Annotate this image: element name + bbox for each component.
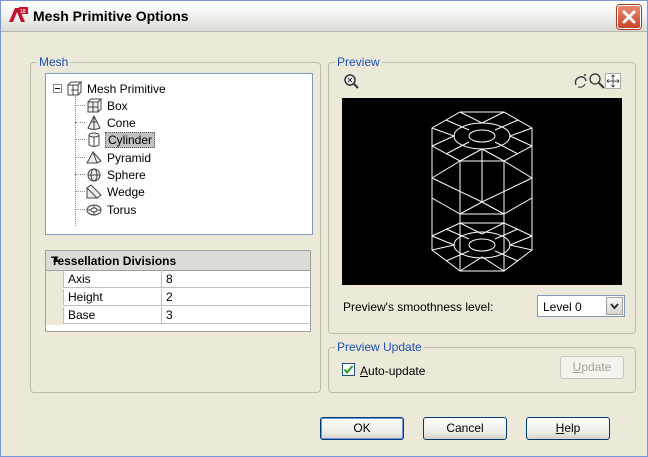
mesh-primitive-tree[interactable]: Mesh Primitive Box Cone Cylinder Pyramid…: [45, 73, 313, 235]
cone-icon: [87, 115, 101, 130]
smoothness-label: Preview's smoothness level:: [343, 300, 494, 314]
tessellation-header[interactable]: Tessellation Divisions ▲: [46, 251, 310, 271]
tree-item-label: Torus: [107, 203, 137, 217]
property-key: Base: [63, 307, 162, 324]
mesh-primitive-options-dialog: 10 Mesh Primitive Options Mesh Mesh Prim…: [0, 0, 648, 457]
checkmark-icon: [343, 365, 354, 375]
dropdown-arrow[interactable]: [606, 297, 623, 315]
preview-group-label: Preview: [335, 55, 382, 69]
zoom-icon[interactable]: [589, 73, 605, 89]
axis-value-field[interactable]: 8: [162, 271, 310, 288]
base-value-field[interactable]: 3: [162, 307, 310, 324]
tree-item-wedge[interactable]: Wedge: [86, 184, 147, 200]
tree-item-cone[interactable]: Cone: [86, 115, 138, 131]
tree-item-box[interactable]: Box: [86, 98, 130, 114]
mesh-group-label: Mesh: [37, 55, 71, 69]
cylinder-icon: [88, 132, 100, 147]
update-button[interactable]: Update: [560, 356, 624, 379]
tree-item-label: Box: [107, 99, 128, 113]
svg-text:10: 10: [20, 9, 26, 15]
title-bar[interactable]: 10 Mesh Primitive Options: [1, 1, 647, 32]
tree-item-torus[interactable]: Torus: [86, 202, 138, 218]
pyramid-icon: [86, 150, 102, 164]
orbit-icon[interactable]: [573, 73, 589, 89]
tree-item-mesh-primitive[interactable]: Mesh Primitive: [66, 81, 168, 97]
tree-item-sphere[interactable]: Sphere: [86, 167, 148, 183]
torus-icon: [86, 204, 102, 216]
property-row-base: Base 3: [46, 307, 310, 325]
mesh-primitive-icon: [67, 81, 82, 96]
ok-button[interactable]: OK: [320, 417, 404, 440]
tree-item-label: Sphere: [107, 168, 146, 182]
property-key: Height: [63, 289, 162, 306]
smoothness-level-value: Level 0: [543, 300, 582, 314]
property-row-height: Height 2: [46, 289, 310, 307]
sphere-icon: [87, 168, 101, 182]
box-icon: [87, 98, 102, 113]
help-button[interactable]: Help: [526, 417, 610, 440]
wedge-icon: [86, 184, 102, 199]
chevron-down-icon: [610, 303, 619, 310]
tree-item-label: Wedge: [107, 185, 145, 199]
tree-item-label: Mesh Primitive: [87, 82, 166, 96]
tree-item-label: Cylinder: [105, 132, 156, 148]
close-button[interactable]: [617, 5, 641, 29]
preview-update-group-label: Preview Update: [335, 340, 424, 354]
pan-icon[interactable]: [605, 73, 621, 89]
window-title: Mesh Primitive Options: [33, 8, 189, 24]
tessellation-properties: Tessellation Divisions ▲ Axis 8 Height 2…: [45, 250, 311, 332]
tree-item-cylinder[interactable]: Cylinder: [86, 132, 156, 148]
height-value-field[interactable]: 2: [162, 289, 310, 306]
auto-update-label[interactable]: Auto-update: [360, 364, 425, 378]
close-icon: [622, 10, 636, 24]
mesh-preview-viewport[interactable]: [342, 98, 622, 285]
property-key: Axis: [63, 271, 162, 288]
tree-item-label: Pyramid: [107, 151, 152, 165]
collapse-arrow-icon[interactable]: ▲: [51, 254, 300, 265]
tree-item-label: Cone: [107, 116, 136, 130]
auto-update-checkbox[interactable]: [342, 363, 355, 376]
tree-item-pyramid[interactable]: Pyramid: [86, 150, 153, 166]
autocad-app-icon: 10: [9, 7, 28, 22]
cancel-button[interactable]: Cancel: [423, 417, 507, 440]
smoothness-level-select[interactable]: Level 0: [537, 295, 625, 317]
cylinder-wireframe: [431, 111, 533, 272]
property-row-axis: Axis 8: [46, 271, 310, 289]
zoom-extents-icon[interactable]: [343, 73, 359, 89]
collapse-toggle[interactable]: [53, 84, 62, 93]
